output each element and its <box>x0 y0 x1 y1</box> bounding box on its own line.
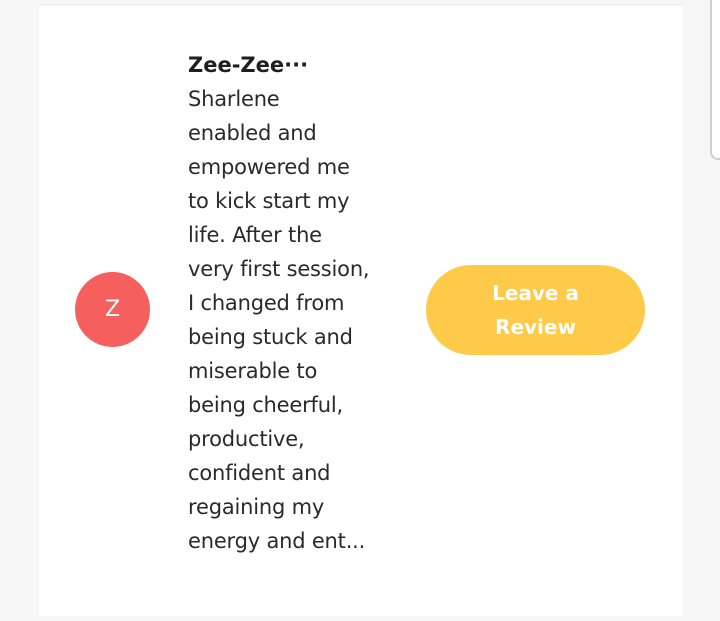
review-text-line: being cheerful, <box>188 393 343 417</box>
review-text-line: very first session, <box>188 257 370 281</box>
review-text-line: miserable to <box>188 359 318 383</box>
leave-review-label-line-2: Review <box>495 315 576 339</box>
review-content: Zee-Zee··· Sharlene enabled and empowere… <box>188 48 398 558</box>
review-text-line: to kick start my <box>188 189 350 213</box>
scrollbar-edge[interactable] <box>710 0 720 160</box>
reviewer-avatar: Z <box>75 272 150 347</box>
review-text-line: I changed from <box>188 291 345 315</box>
card-divider <box>39 4 683 5</box>
leave-review-button[interactable]: Leave a Review <box>426 265 645 355</box>
review-text-line: being stuck and <box>188 325 353 349</box>
review-text-line: enabled and <box>188 121 317 145</box>
review-text-line: regaining my <box>188 495 325 519</box>
review-text-line: energy and ent... <box>188 529 366 553</box>
review-text-line: confident and <box>188 461 331 485</box>
review-text-line: life. After the <box>188 223 322 247</box>
avatar-initial: Z <box>104 297 121 322</box>
reviewer-name: Zee-Zee··· <box>188 53 309 77</box>
leave-review-label-line-1: Leave a <box>492 281 579 305</box>
review-text-line: Sharlene <box>188 87 280 111</box>
review-text-line: productive, <box>188 427 305 451</box>
review-text-line: empowered me <box>188 155 350 179</box>
